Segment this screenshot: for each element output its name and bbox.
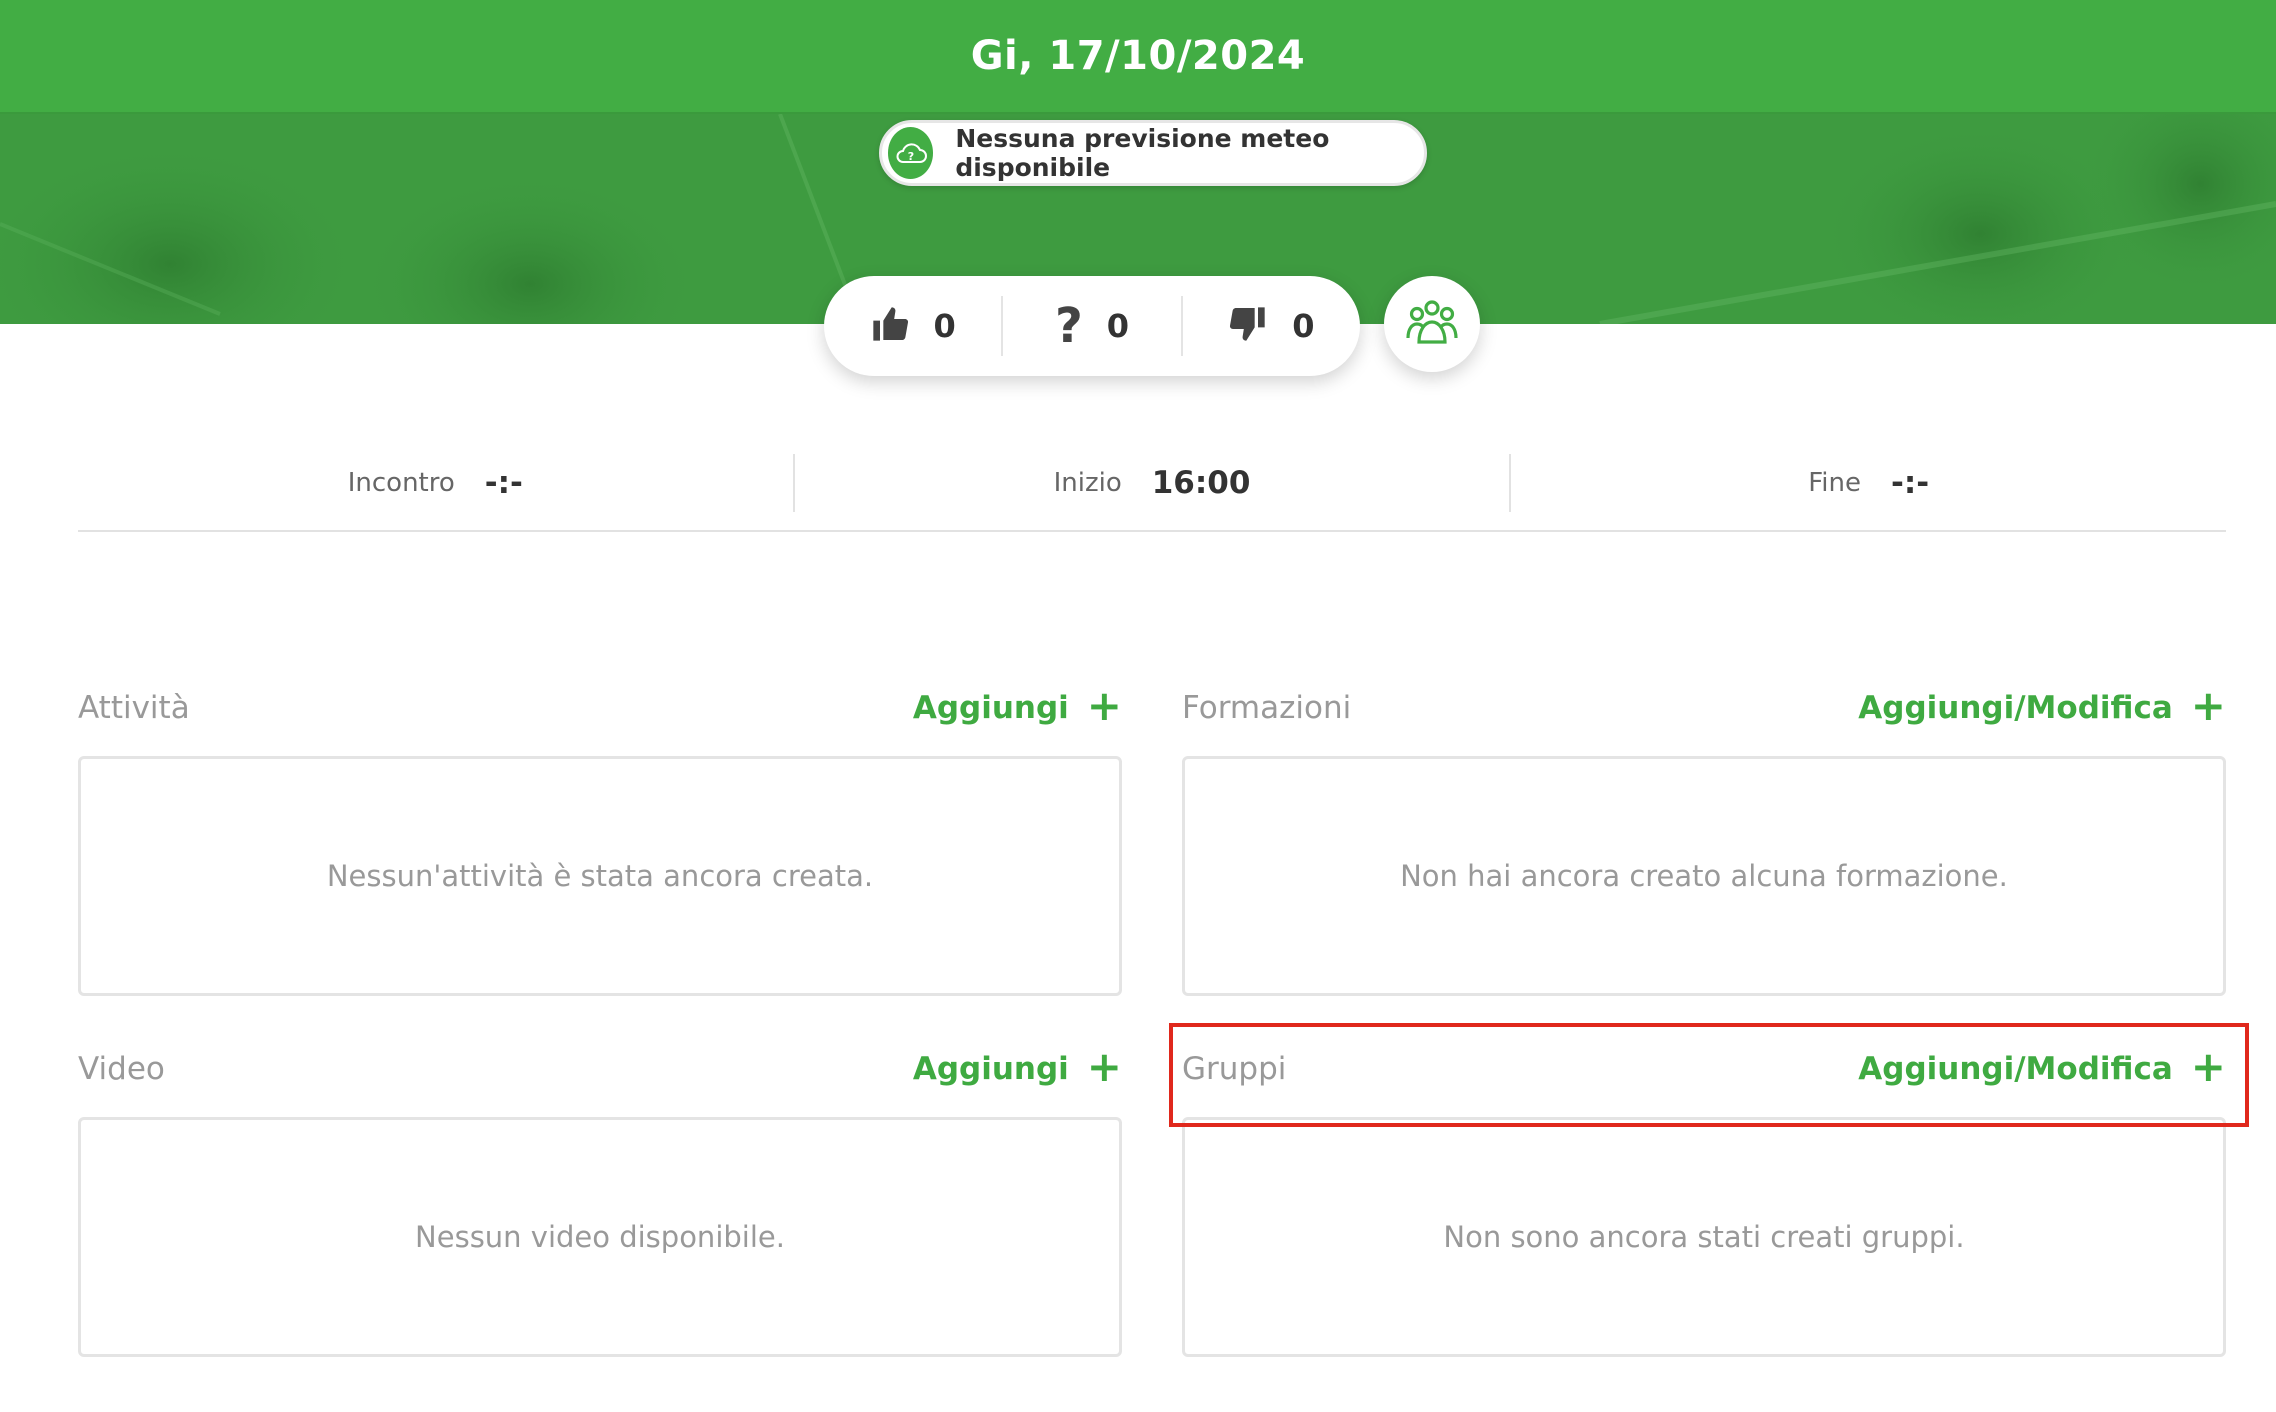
question-icon: ? — [1054, 298, 1083, 354]
schedule-times: Incontro -:- Inizio 16:00 Fine -:- — [78, 454, 2226, 532]
header-bar: Gi, 17/10/2024 — [0, 0, 2276, 114]
time-end-label: Fine — [1808, 468, 1861, 498]
attendance-votes: 0 ? 0 0 — [824, 276, 1360, 376]
activity-list-empty: Nessun'attività è stata ancora creata. — [78, 756, 1122, 996]
section-attivita: Attività Aggiungi + Nessun'attività è st… — [78, 678, 1122, 996]
time-meeting-label: Incontro — [347, 468, 455, 498]
vote-yes-count: 0 — [933, 307, 956, 345]
vote-maybe[interactable]: ? 0 — [1001, 296, 1180, 356]
empty-message: Nessun'attività è stata ancora creata. — [326, 859, 874, 893]
vote-yes[interactable]: 0 — [824, 296, 1001, 356]
page-title-date: Gi, 17/10/2024 — [970, 33, 1306, 79]
plus-icon: + — [1086, 681, 1122, 730]
time-end-value: -:- — [1890, 465, 1930, 501]
thumbs-down-icon — [1228, 304, 1268, 348]
empty-message: Nessun video disponibile. — [415, 1220, 785, 1254]
svg-text:?: ? — [907, 150, 913, 163]
plus-icon: + — [2190, 1042, 2226, 1091]
section-gruppi: Gruppi Aggiungi/Modifica + Non sono anco… — [1182, 1039, 2226, 1357]
empty-message: Non hai ancora creato alcuna formazione. — [1400, 859, 2008, 893]
formation-list-empty: Non hai ancora creato alcuna formazione. — [1182, 756, 2226, 996]
section-title: Gruppi — [1182, 1051, 1287, 1087]
cloud-question-icon: ? — [888, 127, 934, 179]
section-formazioni: Formazioni Aggiungi/Modifica + Non hai a… — [1182, 678, 2226, 996]
plus-icon: + — [1086, 1042, 1122, 1091]
add-video-button[interactable]: Aggiungi + — [912, 1046, 1122, 1088]
time-end: Fine -:- — [1509, 454, 2226, 512]
weather-forecast-pill: ? Nessuna previsione meteo disponibile — [879, 120, 1427, 186]
time-meeting: Incontro -:- — [78, 454, 793, 512]
section-title: Attività — [78, 690, 190, 726]
add-video-label: Aggiungi — [912, 1051, 1069, 1087]
edit-groups-label: Aggiungi/Modifica — [1858, 1051, 2173, 1087]
time-start: Inizio 16:00 — [792, 454, 1510, 512]
time-start-value: 16:00 — [1151, 465, 1251, 501]
time-meeting-value: -:- — [484, 465, 523, 501]
time-start-label: Inizio — [1053, 468, 1122, 498]
vote-maybe-count: 0 — [1106, 307, 1130, 345]
plus-icon: + — [2190, 681, 2226, 730]
video-list-empty: Nessun video disponibile. — [78, 1117, 1122, 1357]
group-icon — [1404, 298, 1460, 350]
edit-groups-button[interactable]: Aggiungi/Modifica + — [1858, 1046, 2226, 1088]
edit-formations-label: Aggiungi/Modifica — [1858, 690, 2173, 726]
section-video: Video Aggiungi + Nessun video disponibil… — [78, 1039, 1122, 1357]
section-title: Formazioni — [1182, 690, 1352, 726]
edit-formations-button[interactable]: Aggiungi/Modifica + — [1858, 685, 2226, 727]
thumbs-up-icon — [870, 304, 910, 348]
vote-no-count: 0 — [1292, 307, 1315, 345]
group-list-empty: Non sono ancora stati creati gruppi. — [1182, 1117, 2226, 1357]
vote-no[interactable]: 0 — [1180, 296, 1360, 356]
add-activity-button[interactable]: Aggiungi + — [912, 685, 1122, 727]
empty-message: Non sono ancora stati creati gruppi. — [1443, 1220, 1965, 1254]
add-activity-label: Aggiungi — [912, 690, 1069, 726]
section-title: Video — [78, 1051, 165, 1087]
weather-text: Nessuna previsione meteo disponibile — [955, 124, 1330, 182]
group-button[interactable] — [1384, 276, 1480, 372]
